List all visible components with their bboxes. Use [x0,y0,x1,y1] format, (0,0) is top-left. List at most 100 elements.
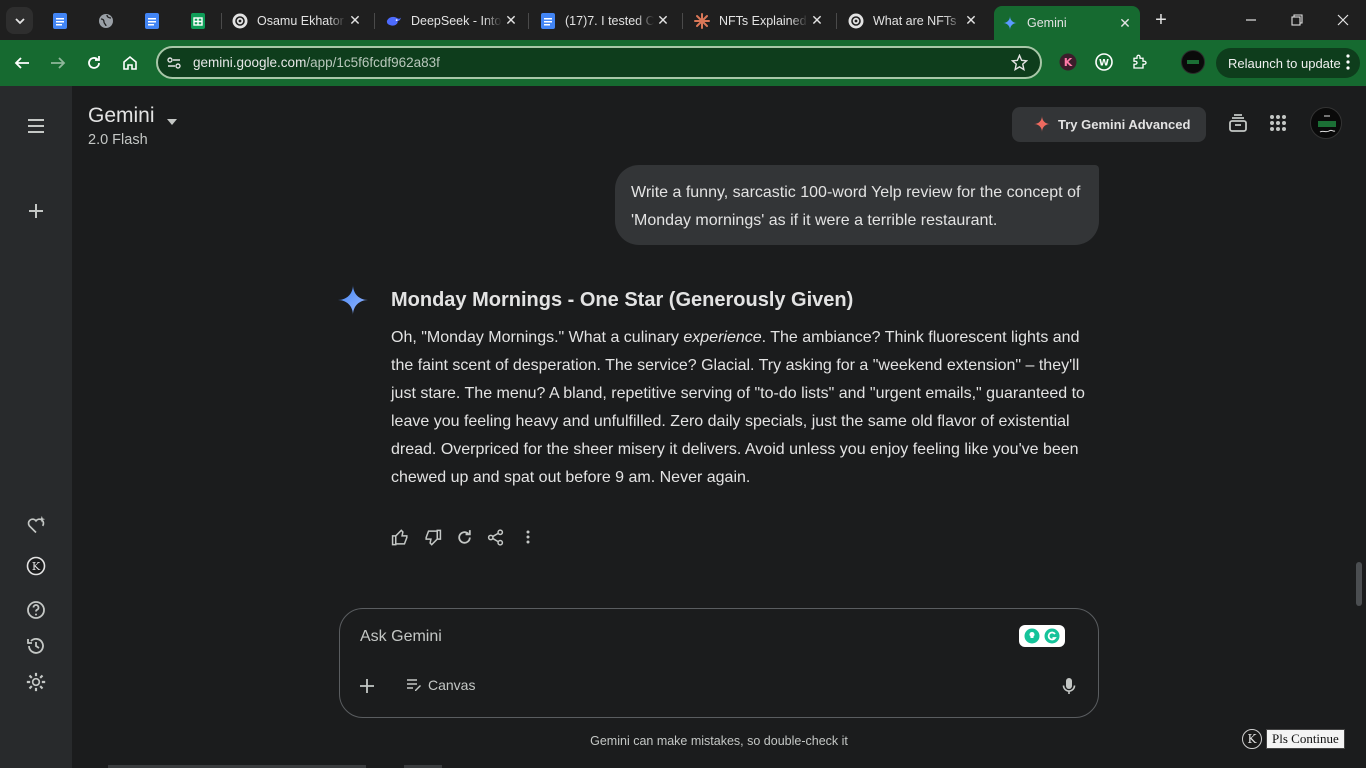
minimize-button[interactable] [1228,0,1274,40]
help-icon[interactable] [24,598,48,622]
add-attachment-icon[interactable] [358,677,376,700]
new-chat-icon[interactable] [24,199,48,223]
google-docs-icon [144,12,160,29]
google-docs-icon [540,12,556,29]
ask-gemini-input[interactable]: Ask Gemini [360,628,442,646]
close-tab-icon[interactable]: ✕ [502,12,520,30]
new-tab-button[interactable]: + [1150,9,1172,31]
close-tab-icon[interactable]: ✕ [654,12,672,30]
svg-text:W: W [1099,59,1109,69]
account-avatar[interactable] [1310,107,1342,139]
url-path: /app/1c5f6fcdf962a83f [306,55,440,70]
close-tab-icon[interactable]: ✕ [808,12,826,30]
back-button[interactable] [9,50,35,76]
tab-title: Osamu Ekhator [257,13,344,28]
browser-tab[interactable] [44,7,80,34]
tab-search-button[interactable] [6,7,33,34]
reload-button[interactable] [81,50,107,76]
tab-separator [528,13,529,29]
try-advanced-label: Try Gemini Advanced [1058,117,1191,132]
tab-title: What are NFTs [873,13,957,28]
close-tab-icon[interactable]: ✕ [962,12,980,30]
chat-archive-icon[interactable] [1226,111,1250,135]
pls-continue-widget: K Pls Continue [1242,729,1345,749]
canvas-label: Canvas [428,677,476,693]
settings-gear-icon[interactable] [24,670,48,694]
url-host: gemini.google.com [193,55,307,70]
browser-tab[interactable] [182,7,218,34]
globe-icon [98,13,114,29]
response-title: Monday Mornings - One Star (Generously G… [391,289,854,311]
site-info-icon[interactable] [165,54,183,72]
relaunch-label: Relaunch to update [1228,55,1341,71]
svg-text:K: K [1064,56,1073,69]
google-docs-icon [52,12,68,29]
browser-tab[interactable] [90,7,126,34]
response-emphasis: experience [683,329,762,346]
wordtune-extension-icon[interactable]: W [1094,52,1114,72]
relaunch-to-update-button[interactable]: Relaunch to update [1216,48,1360,78]
restore-button[interactable] [1274,0,1320,40]
browser-tab[interactable]: What are NFTs ✕ [840,7,986,34]
profile-avatar-icon[interactable] [1181,50,1205,74]
more-vert-icon[interactable] [1346,54,1350,73]
close-window-button[interactable] [1320,0,1366,40]
tab-separator [682,13,683,29]
caret-down-icon[interactable] [167,112,177,130]
kortex-extension-icon[interactable]: K [1058,52,1078,72]
home-button[interactable] [117,50,143,76]
home-icon [123,55,137,70]
microphone-icon[interactable] [1060,677,1078,700]
tab-separator [836,13,837,29]
try-gemini-advanced-button[interactable]: Try Gemini Advanced [1012,107,1206,142]
close-tab-icon[interactable]: ✕ [346,12,364,30]
url-text: gemini.google.com/app/1c5f6fcdf962a83f [193,55,440,70]
restore-icon [1291,14,1303,26]
gem-manager-icon[interactable] [24,513,48,537]
share-icon[interactable] [484,526,506,548]
scrollbar-thumb[interactable] [1356,562,1362,606]
close-tab-icon[interactable]: ✕ [1116,14,1134,32]
app-title[interactable]: Gemini [88,104,155,128]
thumbs-down-icon[interactable] [421,526,443,548]
regenerate-icon[interactable] [453,526,475,548]
k-badge-icon[interactable]: K [1242,729,1262,749]
pls-continue-button[interactable]: Pls Continue [1266,729,1345,749]
address-bar[interactable]: gemini.google.com/app/1c5f6fcdf962a83f [156,46,1042,79]
kortex-icon[interactable]: K [24,554,48,578]
model-selector[interactable]: 2.0 Flash [88,132,148,148]
thumbs-up-icon[interactable] [389,526,411,548]
more-options-icon[interactable] [517,526,539,548]
response-body: Oh, "Monday Mornings." What a culinary e… [391,324,1103,492]
chatgpt-icon [232,13,248,29]
arrow-left-icon [14,57,29,69]
canvas-button[interactable]: Canvas [406,677,475,693]
claude-icon [694,12,710,29]
tab-title: (17)7. I tested C [565,13,654,28]
tab-title: Gemini [1027,16,1067,30]
extensions-puzzle-icon[interactable] [1130,52,1150,72]
browser-tab[interactable] [136,7,172,34]
browser-tab[interactable]: Osamu Ekhator ✕ [224,7,370,34]
gemini-icon [1002,15,1018,31]
browser-tab-active[interactable]: Gemini ✕ [994,6,1140,40]
gemini-star-icon [338,285,368,320]
browser-tab[interactable]: NFTs Explained ✕ [686,7,832,34]
tab-separator [221,13,222,29]
disclaimer-text: Gemini can make mistakes, so double-chec… [590,734,848,748]
chevron-down-icon [14,17,25,24]
browser-tab[interactable]: DeepSeek - Into ✕ [378,7,526,34]
prompt-composer[interactable]: Ask Gemini Canvas [339,608,1099,718]
bookmark-star-icon[interactable] [1010,53,1029,76]
tab-title: NFTs Explained [719,13,807,28]
forward-button[interactable] [45,50,71,76]
activity-history-icon[interactable] [24,634,48,658]
grammarly-widget[interactable] [1019,625,1065,647]
menu-icon[interactable] [24,114,48,138]
apps-grid-icon[interactable] [1266,111,1290,135]
bulb-icon [1024,628,1040,644]
browser-tab[interactable]: (17)7. I tested C ✕ [532,7,678,34]
deepseek-icon [386,13,402,29]
google-sheets-icon [190,12,206,29]
arrow-right-icon [51,57,66,69]
